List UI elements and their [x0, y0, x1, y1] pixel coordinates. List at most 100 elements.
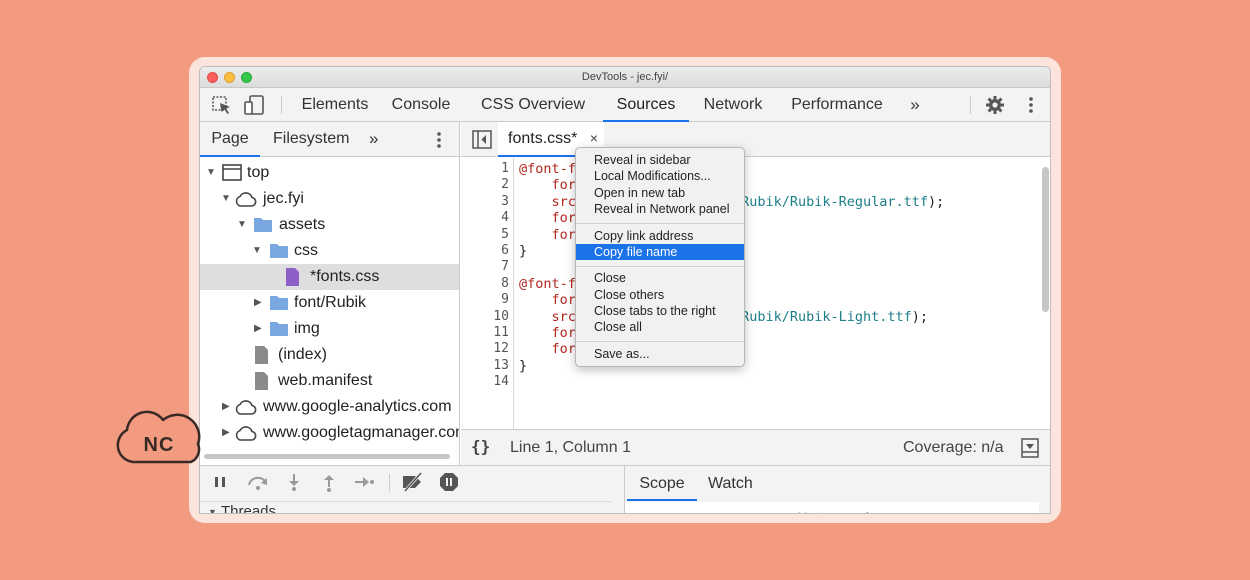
tab-elements[interactable]: Elements — [294, 88, 376, 122]
expanded-arrow-icon[interactable]: ▼ — [206, 160, 218, 186]
device-toolbar-icon[interactable] — [244, 95, 266, 115]
line-number[interactable]: 2 — [501, 177, 509, 193]
more-tabs-button[interactable]: » — [903, 88, 927, 122]
menu-item-close[interactable]: Close — [576, 270, 744, 286]
code-token: for — [519, 226, 576, 243]
document-icon — [255, 346, 268, 364]
tree-item-top[interactable]: ▼ top — [200, 160, 459, 186]
step-over-icon[interactable] — [246, 472, 267, 492]
line-number[interactable]: 12 — [493, 341, 509, 357]
line-number[interactable]: 14 — [493, 374, 509, 390]
menu-item-copy-file-name[interactable]: Copy file name — [576, 243, 744, 261]
pause-icon[interactable] — [210, 472, 230, 492]
tree-item-label: (index) — [278, 346, 327, 363]
menu-item-save-as[interactable]: Save as... — [576, 346, 744, 362]
threads-section[interactable]: ▼ Threads — [200, 501, 612, 513]
tree-item-img[interactable]: ▶ img — [200, 316, 459, 342]
menu-item-open-in-new-tab[interactable]: Open in new tab — [576, 185, 744, 201]
line-number[interactable]: 11 — [493, 325, 509, 341]
pause-on-exceptions-icon[interactable] — [439, 472, 459, 492]
collapsed-arrow-icon[interactable]: ▶ — [254, 290, 266, 316]
tab-sources[interactable]: Sources — [603, 88, 689, 122]
menu-item-reveal-in-network-panel[interactable]: Reveal in Network panel — [576, 201, 744, 217]
kebab-menu-icon[interactable] — [1020, 95, 1042, 115]
inspect-element-icon[interactable] — [211, 95, 233, 115]
line-number[interactable]: 4 — [501, 210, 509, 226]
line-number[interactable]: 10 — [493, 309, 509, 325]
tree-item-web-manifest[interactable]: web.manifest — [200, 368, 459, 394]
code-token: for — [519, 177, 576, 194]
tree-item-google-analytics[interactable]: ▶ www.google-analytics.com — [200, 394, 459, 420]
line-number[interactable]: 1 — [501, 161, 509, 177]
pretty-print-button[interactable]: {} — [471, 437, 490, 456]
tab-console[interactable]: Console — [387, 88, 455, 122]
coverage-toggle-icon[interactable] — [1021, 438, 1039, 458]
menu-separator — [576, 223, 744, 224]
scope-pane: Scope Watch Not paused — [625, 465, 1050, 513]
line-number[interactable]: 9 — [501, 292, 509, 308]
navigator-more-button[interactable]: » — [369, 122, 378, 157]
tree-item-css[interactable]: ▼ css — [200, 238, 459, 264]
tab-performance[interactable]: Performance — [785, 88, 889, 122]
window-title: DevTools - jec.fyi/ — [581, 71, 669, 83]
code-line: for — [519, 292, 576, 308]
tab-page[interactable]: Page — [200, 122, 260, 157]
menu-item-copy-link-address[interactable]: Copy link address — [576, 228, 744, 244]
menu-item-reveal-in-sidebar[interactable]: Reveal in sidebar — [576, 152, 744, 168]
line-number[interactable]: 7 — [501, 259, 509, 275]
menu-item-close-others[interactable]: Close others — [576, 287, 744, 303]
tree-item-jec-fyi[interactable]: ▼ jec.fyi — [200, 186, 459, 212]
tree-item-googletagmanager[interactable]: ▶ www.googletagmanager.com — [200, 420, 459, 446]
tab-network[interactable]: Network — [696, 88, 770, 122]
toolbar-divider — [970, 96, 971, 114]
line-number[interactable]: 6 — [501, 243, 509, 259]
expanded-arrow-icon[interactable]: ▼ — [252, 238, 264, 264]
collapsed-arrow-icon[interactable]: ▶ — [222, 420, 234, 446]
code-line: } — [519, 358, 527, 374]
tab-watch[interactable]: Watch — [708, 466, 753, 501]
code-token: @font-f — [519, 161, 576, 177]
tree-item-index[interactable]: (index) — [200, 342, 459, 368]
menu-item-close-tabs-to-right[interactable]: Close tabs to the right — [576, 303, 744, 319]
code-token: ); — [928, 193, 945, 210]
code-token: src — [519, 308, 576, 325]
tree-item-label: css — [294, 242, 318, 259]
collapsed-arrow-icon[interactable]: ▶ — [222, 394, 234, 420]
expanded-arrow-icon[interactable]: ▼ — [208, 502, 217, 513]
step-into-icon[interactable] — [284, 472, 304, 492]
tab-scope[interactable]: Scope — [627, 466, 697, 501]
step-out-icon[interactable] — [319, 472, 339, 492]
navigator-menu-icon[interactable] — [432, 130, 446, 150]
vertical-scrollbar[interactable] — [1042, 167, 1049, 312]
gear-icon[interactable] — [984, 95, 1006, 115]
folder-icon — [270, 244, 288, 258]
menu-item-close-all[interactable]: Close all — [576, 319, 744, 335]
tab-css-overview[interactable]: CSS Overview — [477, 88, 589, 122]
line-number[interactable]: 8 — [501, 276, 509, 292]
horizontal-scrollbar[interactable] — [204, 454, 450, 459]
line-number-gutter: 1 2 3 4 5 6 7 8 9 10 11 12 13 14 — [461, 157, 514, 429]
folder-icon — [270, 322, 288, 336]
code-line: for — [519, 210, 576, 226]
tree-item-assets[interactable]: ▼ assets — [200, 212, 459, 238]
tree-item-font-rubik[interactable]: ▶ font/Rubik — [200, 290, 459, 316]
step-icon[interactable] — [353, 472, 374, 492]
line-number[interactable]: 5 — [501, 227, 509, 243]
toggle-navigator-icon[interactable] — [472, 130, 492, 149]
code-token: } — [519, 243, 528, 259]
expanded-arrow-icon[interactable]: ▼ — [221, 186, 233, 212]
debugger-toolbar: ▼ Threads — [200, 465, 625, 513]
context-menu: Reveal in sidebar Local Modifications... O… — [575, 147, 745, 367]
deactivate-breakpoints-icon[interactable] — [401, 472, 425, 492]
expanded-arrow-icon[interactable]: ▼ — [237, 212, 249, 238]
menu-item-local-modifications[interactable]: Local Modifications... — [576, 168, 744, 184]
tree-item-label: web.manifest — [278, 372, 373, 389]
collapsed-arrow-icon[interactable]: ▶ — [254, 316, 266, 342]
tree-item-fonts-css[interactable]: *fonts.css — [200, 264, 459, 290]
toolbar-divider — [281, 96, 282, 114]
line-number[interactable]: 13 — [493, 358, 509, 374]
line-number[interactable]: 3 — [501, 194, 509, 210]
editor-tab-bar: fonts.css* × — [461, 122, 1050, 157]
tab-filesystem[interactable]: Filesystem — [273, 122, 349, 157]
cloud-icon — [235, 400, 257, 415]
